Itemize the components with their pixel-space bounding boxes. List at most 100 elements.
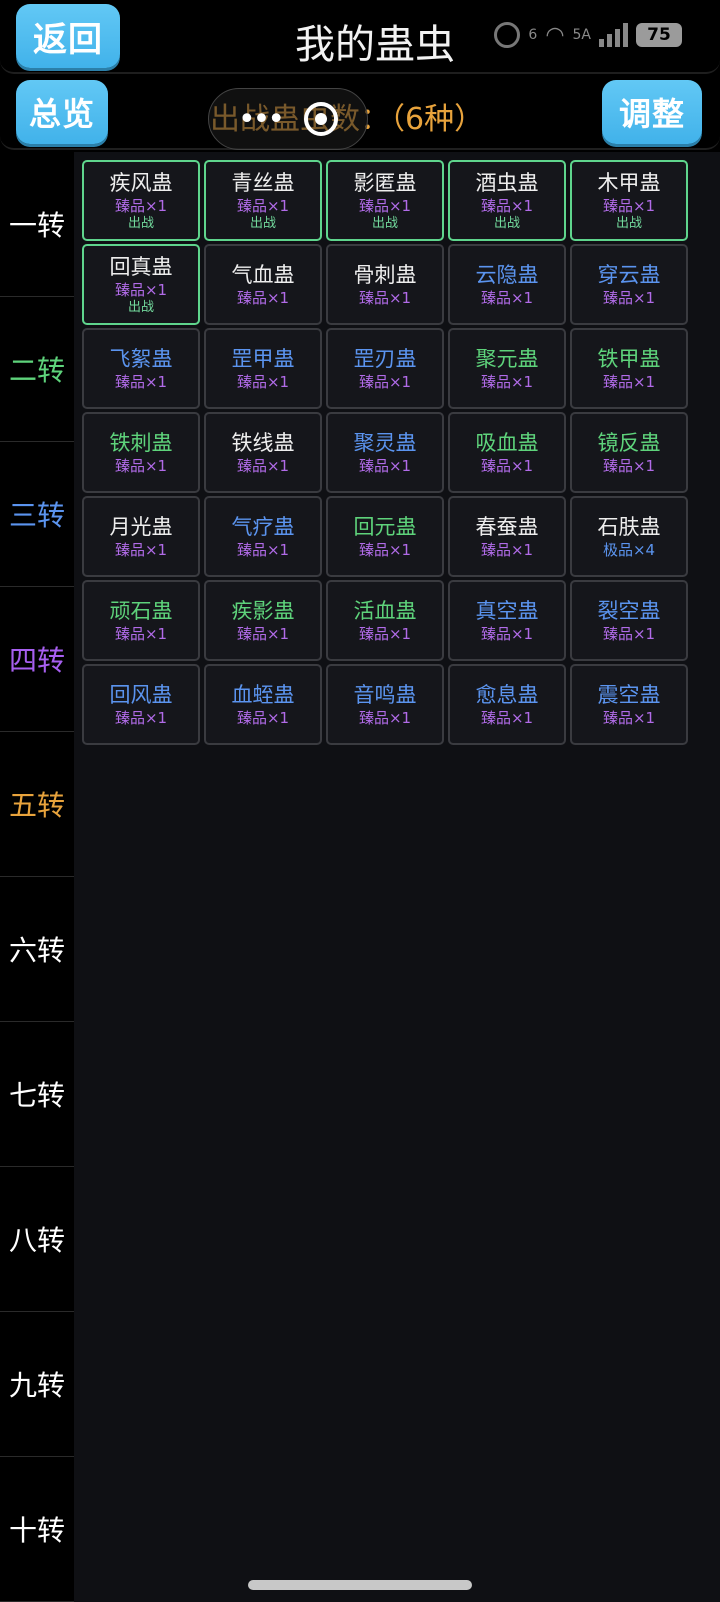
adjust-button[interactable]: 调整 <box>602 80 702 144</box>
gu-name: 铁线蛊 <box>231 430 295 455</box>
gu-card[interactable]: 春蚕蛊 臻品×1 <box>448 496 566 577</box>
gu-card[interactable]: 气疗蛊 臻品×1 <box>204 496 322 577</box>
gu-card[interactable]: 木甲蛊 臻品×1 出战 <box>570 160 688 241</box>
gu-card[interactable]: 血蛭蛊 臻品×1 <box>204 664 322 745</box>
network-label: 5A <box>572 27 591 43</box>
gu-card[interactable]: 裂空蛊 臻品×1 <box>570 580 688 661</box>
gu-name: 气血蛊 <box>231 262 295 287</box>
gu-card[interactable]: 云隐蛊 臻品×1 <box>448 244 566 325</box>
gu-quality: 臻品×1 <box>480 624 534 643</box>
gu-name: 吸血蛊 <box>475 430 539 455</box>
gu-quality: 臻品×1 <box>114 196 168 215</box>
gu-deploy-state: 出战 <box>127 215 154 231</box>
gu-card[interactable]: 石肤蛊 极品×4 <box>570 496 688 577</box>
gu-quality: 臻品×1 <box>358 196 412 215</box>
gu-quality: 臻品×1 <box>236 708 290 727</box>
gu-card[interactable]: 气血蛊 臻品×1 <box>204 244 322 325</box>
gu-card[interactable]: 真空蛊 臻品×1 <box>448 580 566 661</box>
status-bar: 6 ◠ 5A 75 <box>494 22 682 48</box>
gu-quality: 臻品×1 <box>114 456 168 475</box>
gu-card[interactable]: 青丝蛊 臻品×1 出战 <box>204 160 322 241</box>
wifi-icon: ◠ <box>545 22 565 48</box>
gu-card[interactable]: 月光蛊 臻品×1 <box>82 496 200 577</box>
gu-card[interactable]: 罡刃蛊 臻品×1 <box>326 328 444 409</box>
gu-quality: 臻品×1 <box>358 288 412 307</box>
gu-card[interactable]: 震空蛊 臻品×1 <box>570 664 688 745</box>
gu-card[interactable]: 聚灵蛊 臻品×1 <box>326 412 444 493</box>
gu-card[interactable]: 铁线蛊 臻品×1 <box>204 412 322 493</box>
gu-card[interactable]: 铁甲蛊 臻品×1 <box>570 328 688 409</box>
gu-quality: 臻品×1 <box>114 280 168 299</box>
tier-tab[interactable]: 三转 <box>0 442 74 587</box>
gu-grid: 疾风蛊 臻品×1 出战 青丝蛊 臻品×1 出战 影匿蛊 臻品×1 出战 酒虫蛊 臻品×1 出战 木甲蛊臻… <box>82 160 688 745</box>
tier-tab[interactable]: 十转 <box>0 1457 74 1602</box>
gu-quality: 臻品×1 <box>602 196 656 215</box>
gu-quality: 臻品×1 <box>480 708 534 727</box>
gu-card[interactable]: 骨刺蛊 臻品×1 <box>326 244 444 325</box>
gu-name: 青丝蛊 <box>231 170 295 195</box>
gu-card[interactable]: 罡甲蛊 臻品×1 <box>204 328 322 409</box>
gu-card[interactable]: 音鸣蛊 臻品×1 <box>326 664 444 745</box>
gu-name: 疾风蛊 <box>109 170 173 195</box>
back-button[interactable]: 返回 <box>16 4 120 68</box>
gu-name: 顽石蛊 <box>109 598 173 623</box>
gu-card[interactable]: 镜反蛊 臻品×1 <box>570 412 688 493</box>
gu-name: 愈息蛊 <box>475 682 539 707</box>
gu-deploy-state: 出战 <box>493 215 520 231</box>
gu-quality: 臻品×1 <box>114 540 168 559</box>
gu-name: 春蚕蛊 <box>475 514 539 539</box>
gu-quality: 臻品×1 <box>358 456 412 475</box>
mini-program-capsule: ••• <box>208 88 368 150</box>
gu-name: 音鸣蛊 <box>353 682 417 707</box>
gu-name: 聚元蛊 <box>475 346 539 371</box>
gu-quality: 臻品×1 <box>236 540 290 559</box>
gu-name: 石肤蛊 <box>597 514 661 539</box>
gu-card[interactable]: 回真蛊 臻品×1 出战 <box>82 244 200 325</box>
gu-name: 聚灵蛊 <box>353 430 417 455</box>
gu-card[interactable]: 吸血蛊 臻品×1 <box>448 412 566 493</box>
tier-tab[interactable]: 五转 <box>0 732 74 877</box>
gu-card[interactable]: 愈息蛊 臻品×1 <box>448 664 566 745</box>
gu-quality: 臻品×1 <box>480 372 534 391</box>
tier-tab[interactable]: 八转 <box>0 1167 74 1312</box>
gu-name: 铁刺蛊 <box>109 430 173 455</box>
gu-name: 回真蛊 <box>109 254 173 279</box>
gu-card[interactable]: 疾影蛊 臻品×1 <box>204 580 322 661</box>
gu-card[interactable]: 疾风蛊 臻品×1 出战 <box>82 160 200 241</box>
close-target-icon[interactable] <box>304 102 339 136</box>
tier-tab[interactable]: 二转 <box>0 297 74 442</box>
overview-button[interactable]: 总览 <box>16 80 108 144</box>
gu-name: 裂空蛊 <box>597 598 661 623</box>
tier-tab[interactable]: 九转 <box>0 1312 74 1457</box>
tier-tab[interactable]: 七转 <box>0 1022 74 1167</box>
gu-quality: 臻品×1 <box>480 456 534 475</box>
alarm-icon <box>494 22 521 48</box>
gu-quality: 臻品×1 <box>236 372 290 391</box>
gu-name: 罡刃蛊 <box>353 346 417 371</box>
gu-deploy-state: 出战 <box>371 215 398 231</box>
home-indicator[interactable] <box>248 1580 472 1590</box>
gu-card[interactable]: 飞絮蛊 臻品×1 <box>82 328 200 409</box>
gu-name: 飞絮蛊 <box>109 346 173 371</box>
gu-quality: 臻品×1 <box>480 288 534 307</box>
gu-card[interactable]: 回风蛊 臻品×1 <box>82 664 200 745</box>
gu-deploy-state: 出战 <box>249 215 276 231</box>
tier-tab[interactable]: 六转 <box>0 877 74 1022</box>
gu-name: 罡甲蛊 <box>231 346 295 371</box>
gu-card[interactable]: 铁刺蛊 臻品×1 <box>82 412 200 493</box>
gu-card[interactable]: 穿云蛊 臻品×1 <box>570 244 688 325</box>
gu-name: 木甲蛊 <box>597 170 661 195</box>
gu-card[interactable]: 顽石蛊 臻品×1 <box>82 580 200 661</box>
gu-card[interactable]: 活血蛊 臻品×1 <box>326 580 444 661</box>
gu-quality: 臻品×1 <box>236 196 290 215</box>
page-title: 我的蛊虫 <box>295 22 455 68</box>
gu-card[interactable]: 聚元蛊 臻品×1 <box>448 328 566 409</box>
gu-name: 震空蛊 <box>597 682 661 707</box>
gu-quality: 臻品×1 <box>602 624 656 643</box>
gu-card[interactable]: 影匿蛊 臻品×1 出战 <box>326 160 444 241</box>
gu-card[interactable]: 酒虫蛊 臻品×1 出战 <box>448 160 566 241</box>
tier-tab[interactable]: 一转 <box>0 152 74 297</box>
more-icon[interactable]: ••• <box>238 102 285 137</box>
tier-tab[interactable]: 四转 <box>0 587 74 732</box>
gu-card[interactable]: 回元蛊 臻品×1 <box>326 496 444 577</box>
